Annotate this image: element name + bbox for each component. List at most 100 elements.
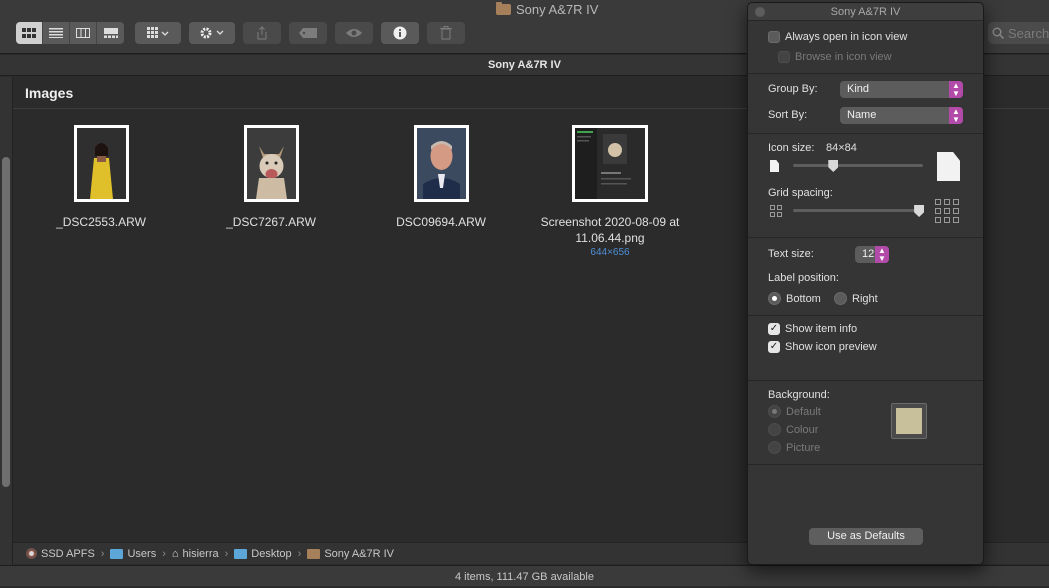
checkbox-box[interactable]: ✓ [768, 341, 780, 353]
scrollbar-track [0, 77, 13, 565]
radio-label: Picture [786, 441, 821, 454]
group-by-label: Group By: [768, 83, 818, 95]
group-by-button[interactable] [135, 22, 181, 44]
use-as-defaults-button[interactable]: Use as Defaults [809, 528, 923, 545]
action-menu-button[interactable] [189, 22, 235, 44]
list-view-icon [49, 28, 63, 38]
photo-dog-icon [246, 128, 296, 199]
file-item[interactable]: _DSC7267.ARW [191, 125, 351, 230]
folder-icon [234, 548, 248, 559]
file-name: DSC09694.ARW [396, 215, 486, 229]
close-button[interactable] [755, 7, 765, 17]
sort-by-value: Name [847, 109, 877, 121]
radio-label: Bottom [786, 292, 821, 305]
background-colour-radio[interactable]: Colour [768, 423, 818, 436]
tags-button[interactable] [289, 22, 327, 44]
window-title-text: Sony A&7R IV [516, 2, 599, 17]
group-by-value: Kind [847, 83, 870, 95]
always-open-icon-view-checkbox[interactable]: Always open in icon view [768, 31, 907, 43]
file-item[interactable]: DSC09694.ARW [361, 125, 521, 230]
checkbox-label: Show item info [785, 323, 858, 335]
small-document-icon [770, 160, 779, 172]
column-view-button[interactable] [70, 22, 97, 44]
radio-button[interactable] [768, 292, 781, 305]
file-name: Screenshot 2020-08-09 at 11.06.44.png [540, 215, 680, 245]
text-size-popup[interactable]: 12 ▲ ▼ [855, 246, 889, 263]
sort-by-popup[interactable]: Name ▲ ▼ [840, 107, 963, 124]
checkbox-box[interactable]: ✓ [768, 323, 780, 335]
folder-icon [110, 548, 124, 559]
background-colour-swatch[interactable] [891, 403, 927, 439]
chevron-right-icon: › [224, 547, 229, 560]
text-size-value: 12 [862, 248, 875, 260]
path-item[interactable]: Desktop [251, 548, 291, 560]
file-name: _DSC7267.ARW [226, 215, 316, 229]
radio-button[interactable] [768, 441, 781, 454]
show-icon-preview-checkbox[interactable]: ✓ Show icon preview [768, 341, 877, 353]
get-info-button[interactable] [381, 22, 419, 44]
panel-title: Sony A&7R IV [830, 6, 901, 18]
column-view-icon [76, 28, 90, 38]
gallery-view-icon [103, 28, 118, 38]
radio-label: Colour [786, 423, 819, 436]
checkbox-label: Show icon preview [785, 341, 877, 353]
icon-size-value: 84×84 [826, 142, 857, 154]
chevron-updown-icon: ▲ ▼ [949, 107, 963, 124]
panel-title-bar: Sony A&7R IV [748, 3, 983, 21]
divider [748, 315, 983, 316]
tag-icon [299, 28, 317, 38]
background-default-radio[interactable]: Default [768, 405, 821, 418]
use-as-defaults-label: Use as Defaults [827, 530, 905, 542]
home-icon: ⌂ [171, 547, 179, 560]
group-by-popup[interactable]: Kind ▲ ▼ [840, 81, 963, 98]
gear-icon [200, 27, 224, 39]
checkbox-box[interactable] [768, 31, 780, 43]
file-item[interactable]: Screenshot 2020-08-09 at 11.06.44.png 64… [530, 125, 690, 259]
path-title-text: Sony A&7R IV [488, 59, 561, 71]
checkbox-label: Always open in icon view [785, 31, 908, 43]
radio-button[interactable] [768, 423, 781, 436]
label-bottom-radio[interactable]: Bottom [768, 292, 821, 305]
view-options-panel: Sony A&7R IV Always open in icon view Br… [747, 2, 984, 565]
photo-man-portrait-icon [416, 128, 466, 199]
grid-spacing-slider-track[interactable] [793, 209, 923, 212]
status-text: 4 items, 111.47 GB available [454, 571, 594, 583]
icon-view-button[interactable] [16, 22, 43, 44]
file-thumbnail [243, 125, 299, 202]
checkbox-box[interactable] [778, 51, 790, 63]
photo-woman-yellow-dress-icon [76, 128, 126, 199]
chevron-updown-icon: ▲ ▼ [875, 246, 889, 263]
list-view-button[interactable] [43, 22, 70, 44]
chevron-updown-icon: ▲ ▼ [949, 81, 963, 98]
icon-size-slider-knob[interactable] [828, 160, 839, 172]
file-info: 644×656 [590, 247, 630, 258]
path-item[interactable]: SSD APFS [41, 548, 95, 560]
path-item[interactable]: Users [127, 548, 156, 560]
show-item-info-checkbox[interactable]: ✓ Show item info [768, 323, 857, 335]
radio-button[interactable] [834, 292, 847, 305]
folder-icon [307, 548, 321, 559]
group-header-title: Images [25, 85, 74, 101]
radio-button[interactable] [768, 405, 781, 418]
scrollbar-thumb[interactable] [2, 157, 10, 487]
delete-button[interactable] [427, 22, 465, 44]
search-field[interactable]: Search [988, 22, 1049, 44]
browse-icon-view-checkbox[interactable]: Browse in icon view [778, 51, 892, 63]
gallery-view-button[interactable] [97, 22, 124, 44]
share-button[interactable] [243, 22, 281, 44]
path-item[interactable]: Sony A&7R IV [324, 548, 394, 560]
large-document-icon [937, 152, 960, 181]
eye-icon [346, 29, 362, 37]
label-right-radio[interactable]: Right [834, 292, 878, 305]
quick-look-button[interactable] [335, 22, 373, 44]
background-picture-radio[interactable]: Picture [768, 441, 820, 454]
grid-spacing-slider-knob[interactable] [914, 205, 925, 217]
text-size-label: Text size: [768, 248, 814, 260]
view-mode-segmented-control [16, 22, 124, 44]
folder-icon [496, 2, 511, 15]
file-thumbnail [73, 125, 129, 202]
icon-size-slider-track[interactable] [793, 164, 923, 167]
search-icon [992, 27, 1004, 39]
file-item[interactable]: _DSC2553.ARW [21, 125, 181, 230]
path-item[interactable]: hisierra [183, 548, 219, 560]
